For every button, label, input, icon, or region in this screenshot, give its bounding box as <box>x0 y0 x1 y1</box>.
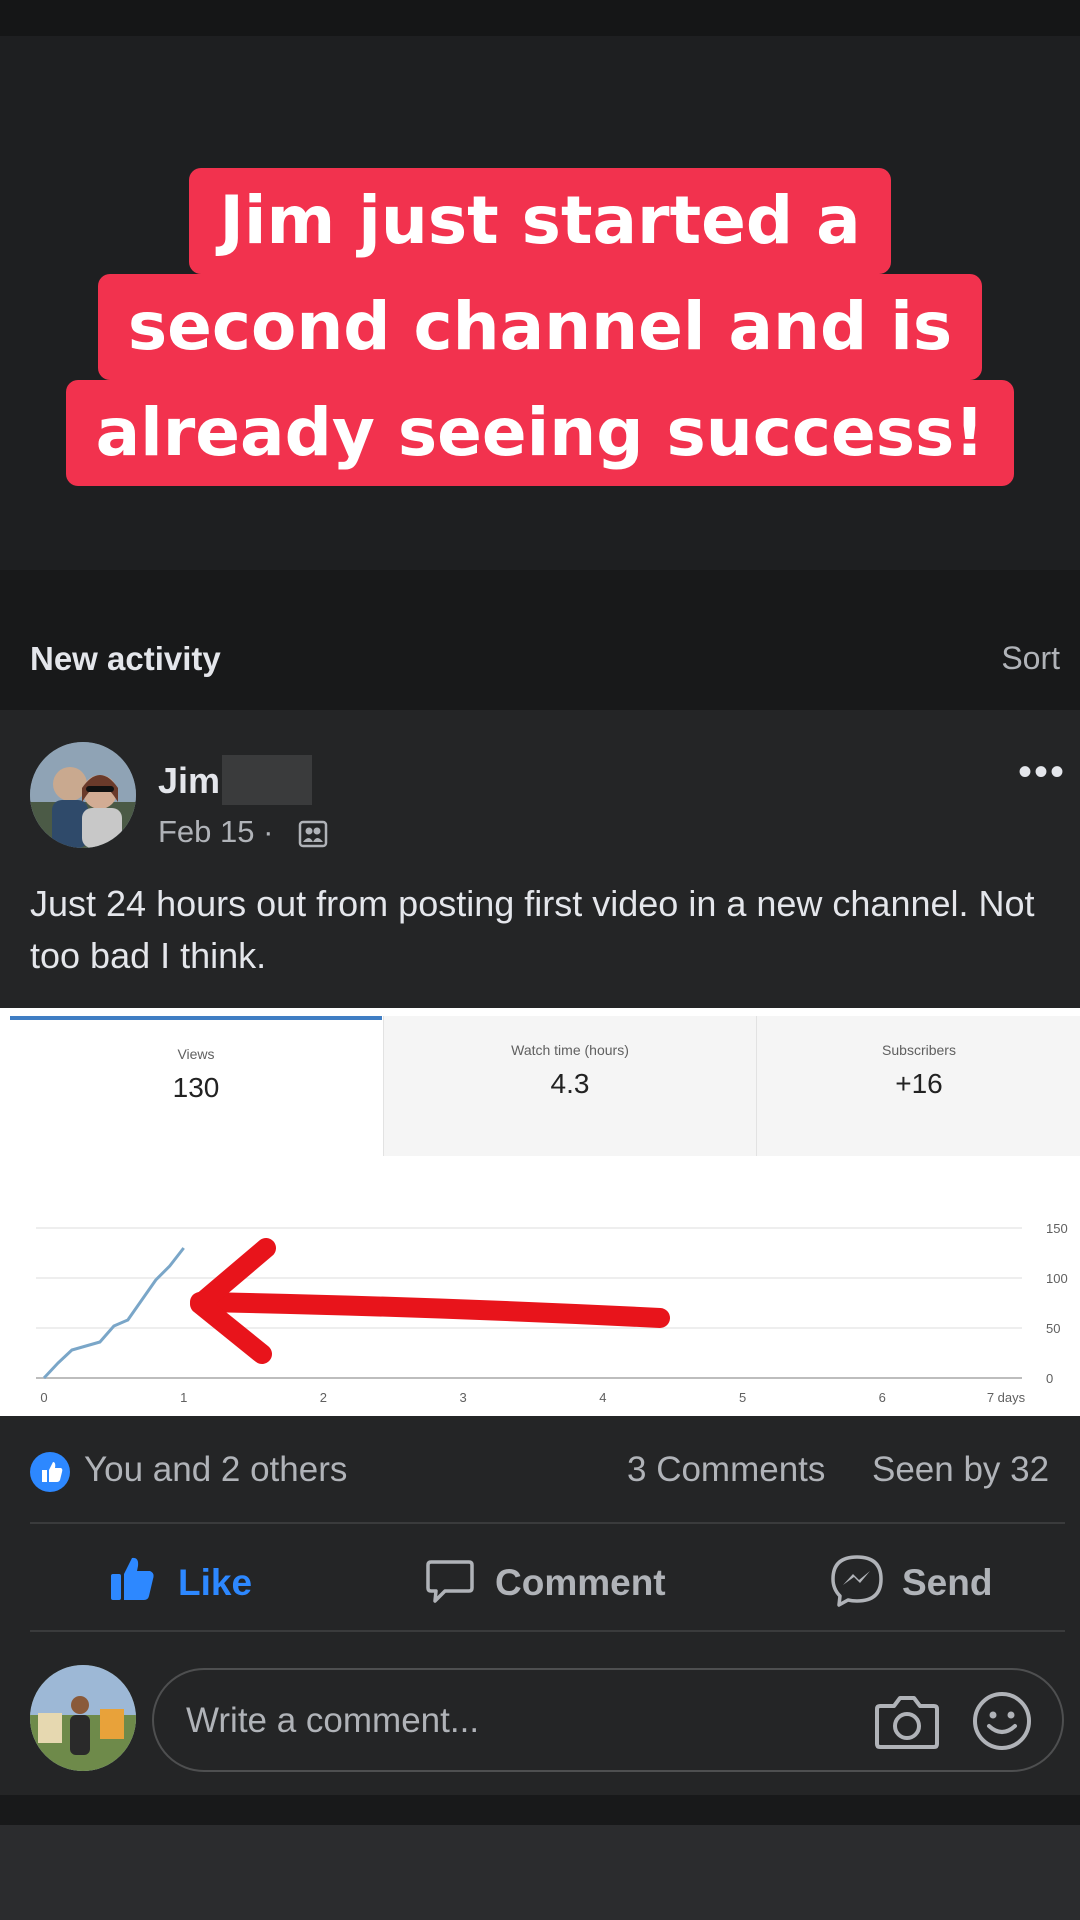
caption: Jim just started a second channel and is… <box>0 168 1080 486</box>
redacted-surname <box>222 755 312 805</box>
comment-input[interactable] <box>184 1688 808 1754</box>
activity-title: New activity <box>30 640 221 677</box>
comments-count[interactable]: 3 Comments <box>627 1450 825 1490</box>
send-button[interactable]: Send <box>830 1542 1020 1622</box>
bottom-bar <box>0 1825 1080 1920</box>
caption-overlay-area: Jim just started a second channel and is… <box>0 0 1080 570</box>
comment-box[interactable] <box>152 1668 1064 1772</box>
x-tick-label: 6 <box>879 1390 886 1405</box>
x-tick-label: 4 <box>599 1390 606 1405</box>
camera-icon[interactable] <box>874 1694 940 1755</box>
group-audience-icon <box>298 820 328 848</box>
more-icon[interactable]: ••• <box>1018 752 1066 792</box>
send-label: Send <box>902 1562 993 1603</box>
comment-button[interactable]: Comment <box>425 1542 675 1622</box>
post-card: Jim Feb 15 · ••• Just 24 hours out from … <box>0 710 1080 1795</box>
like-label: Like <box>178 1562 253 1603</box>
seen-count[interactable]: Seen by 32 <box>872 1450 1049 1490</box>
divider <box>30 1522 1065 1524</box>
divider <box>30 1630 1065 1632</box>
comment-label: Comment <box>495 1562 666 1603</box>
messenger-icon <box>830 1554 884 1613</box>
tab-watch-time[interactable]: Watch time (hours) 4.3 <box>383 1016 756 1156</box>
activity-header: New activity Sort <box>0 570 1080 710</box>
caption-line-3: already seeing success! <box>65 380 1015 486</box>
x-tick-label: 1 <box>180 1390 187 1405</box>
tab-subscribers-value: +16 <box>895 1068 943 1099</box>
analytics-screenshot: Views 130 Watch time (hours) 4.3 Subscri… <box>0 1008 1080 1416</box>
post-text: Just 24 hours out from posting first vid… <box>30 883 1035 976</box>
x-tick-label: 3 <box>460 1390 467 1405</box>
caption-line-1: Jim just started a <box>189 168 891 274</box>
thumbs-up-icon <box>108 1554 158 1609</box>
y-tick-label: 0 <box>1046 1371 1053 1386</box>
x-tick-label: 5 <box>739 1390 746 1405</box>
likes-count[interactable]: You and 2 others <box>84 1450 347 1490</box>
views-line <box>42 1247 185 1380</box>
y-tick-label: 150 <box>1046 1221 1068 1236</box>
current-user-avatar <box>30 1665 136 1771</box>
red-arrow-annotation <box>190 1238 670 1364</box>
x-tick-label: 7 days <box>987 1390 1026 1405</box>
tab-views-value: 130 <box>172 1072 220 1103</box>
y-tick-label: 50 <box>1046 1321 1060 1336</box>
x-tick-label: 2 <box>320 1390 327 1405</box>
like-button[interactable]: Like <box>108 1542 308 1622</box>
tab-views-label: Views <box>177 1046 215 1062</box>
post-date[interactable]: Feb 15 · <box>158 814 273 850</box>
sort-button[interactable]: Sort <box>1001 640 1060 677</box>
tab-watch-time-value: 4.3 <box>550 1068 590 1099</box>
tab-watch-time-label: Watch time (hours) <box>511 1042 629 1058</box>
like-reaction-icon <box>30 1452 70 1492</box>
author-name[interactable]: Jim <box>158 760 220 802</box>
tab-views[interactable]: Views 130 <box>10 1016 382 1160</box>
top-strip <box>0 0 1080 36</box>
reactions-bar: You and 2 others 3 Comments Seen by 32 <box>0 1432 1080 1512</box>
author-avatar[interactable] <box>30 742 136 848</box>
comment-icon <box>425 1556 475 1611</box>
views-chart: 150 100 50 0 0 1 2 3 4 5 6 7 days <box>36 1221 1068 1405</box>
tab-subscribers[interactable]: Subscribers +16 <box>756 1016 1080 1156</box>
x-tick-label: 0 <box>40 1390 47 1405</box>
emoji-icon[interactable] <box>971 1690 1033 1757</box>
y-tick-label: 100 <box>1046 1271 1068 1286</box>
caption-line-2: second channel and is <box>97 274 983 380</box>
tab-subscribers-label: Subscribers <box>882 1042 956 1058</box>
